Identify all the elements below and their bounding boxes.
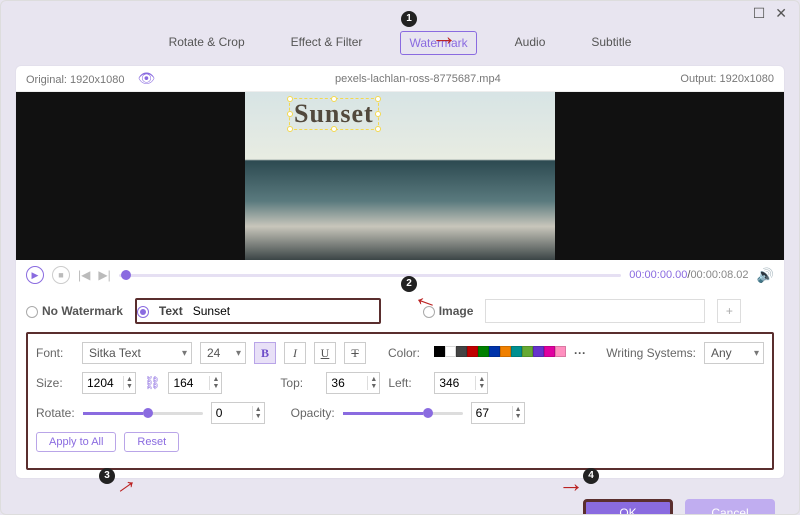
- watermark-rendered-text: Sunset: [294, 99, 374, 128]
- bold-button[interactable]: B: [254, 342, 276, 364]
- color-swatch[interactable]: [434, 346, 445, 357]
- color-swatch[interactable]: [445, 346, 456, 357]
- content-panel: Original: 1920x1080 👁 pexels-lachlan-ros…: [15, 65, 785, 479]
- writing-systems-select[interactable]: Any: [704, 342, 764, 364]
- width-stepper[interactable]: ▲▼: [82, 372, 136, 394]
- step-badge-4: 4: [583, 468, 599, 484]
- watermark-settings-panel: Font: Sitka Text 24 B I U T Color: ··· W…: [26, 332, 774, 470]
- italic-button[interactable]: I: [284, 342, 306, 364]
- color-swatch[interactable]: [489, 346, 500, 357]
- color-swatch[interactable]: [478, 346, 489, 357]
- step-badge-2: 2: [401, 276, 417, 292]
- size-label: Size:: [36, 376, 74, 390]
- color-swatches: [434, 346, 566, 360]
- arrow-1: →: [431, 21, 457, 52]
- next-frame-icon[interactable]: ▶|: [98, 268, 110, 282]
- tab-effect-filter[interactable]: Effect & Filter: [283, 31, 371, 55]
- top-stepper[interactable]: ▲▼: [326, 372, 380, 394]
- watermark-type-row: No Watermark Text Image +: [16, 290, 784, 332]
- color-swatch[interactable]: [467, 346, 478, 357]
- underline-button[interactable]: U: [314, 342, 336, 364]
- no-watermark-radio[interactable]: No Watermark: [26, 304, 123, 318]
- watermark-bbox[interactable]: Sunset: [289, 98, 379, 130]
- no-watermark-label: No Watermark: [42, 304, 123, 318]
- output-label: Output:: [680, 73, 719, 85]
- opacity-label: Opacity:: [291, 406, 335, 420]
- font-size-select[interactable]: 24: [200, 342, 246, 364]
- font-label: Font:: [36, 346, 74, 360]
- file-info-row: Original: 1920x1080 👁 pexels-lachlan-ros…: [16, 66, 784, 92]
- ok-button[interactable]: OK: [583, 499, 673, 515]
- color-swatch[interactable]: [533, 346, 544, 357]
- color-swatch[interactable]: [544, 346, 555, 357]
- text-radio[interactable]: [137, 304, 153, 318]
- seek-slider[interactable]: [119, 274, 622, 277]
- text-watermark-group: Text: [135, 298, 381, 324]
- tab-bar: Rotate & Crop Effect & Filter Watermark …: [1, 25, 799, 65]
- time-display: 00:00:00.00/00:00:08.02: [629, 269, 748, 281]
- step-badge-1: 1: [401, 11, 417, 27]
- rotate-stepper[interactable]: ▲▼: [211, 402, 265, 424]
- apply-to-all-button[interactable]: Apply to All: [36, 432, 116, 452]
- more-colors-button[interactable]: ···: [574, 346, 586, 360]
- output-resolution: 1920x1080: [720, 73, 774, 85]
- image-path-input[interactable]: [485, 299, 705, 323]
- arrow-4: →: [558, 468, 584, 499]
- watermark-text-input[interactable]: [189, 300, 379, 322]
- image-radio-label: Image: [439, 304, 474, 318]
- volume-icon[interactable]: 🔊: [757, 267, 774, 284]
- rotate-slider[interactable]: [83, 412, 203, 415]
- reset-button[interactable]: Reset: [124, 432, 179, 452]
- top-label: Top:: [280, 376, 318, 390]
- color-swatch[interactable]: [500, 346, 511, 357]
- text-radio-label: Text: [153, 304, 189, 318]
- maximize-icon[interactable]: ☐: [753, 5, 766, 22]
- font-family-select[interactable]: Sitka Text: [82, 342, 192, 364]
- link-aspect-icon[interactable]: ⛓: [144, 375, 161, 391]
- stop-button[interactable]: ■: [52, 266, 70, 284]
- color-swatch[interactable]: [511, 346, 522, 357]
- prev-frame-icon[interactable]: |◀: [78, 268, 90, 282]
- playback-bar: ▶ ■ |◀ ▶| 00:00:00.00/00:00:08.02 🔊: [16, 260, 784, 290]
- preview-toggle-icon[interactable]: 👁: [138, 70, 156, 86]
- opacity-slider[interactable]: [343, 412, 463, 415]
- cancel-button[interactable]: Cancel: [685, 499, 775, 515]
- editor-window: ☐ ✕ 1 → Rotate & Crop Effect & Filter Wa…: [0, 0, 800, 515]
- original-resolution: 1920x1080: [70, 74, 124, 86]
- left-label: Left:: [388, 376, 426, 390]
- play-button[interactable]: ▶: [26, 266, 44, 284]
- height-stepper[interactable]: ▲▼: [168, 372, 222, 394]
- original-label: Original:: [26, 74, 70, 86]
- tab-rotate-crop[interactable]: Rotate & Crop: [161, 31, 253, 55]
- opacity-stepper[interactable]: ▲▼: [471, 402, 525, 424]
- video-preview[interactable]: Sunset: [16, 92, 784, 260]
- color-label: Color:: [388, 346, 426, 360]
- writing-systems-label: Writing Systems:: [606, 346, 696, 360]
- filename-label: pexels-lachlan-ross-8775687.mp4: [335, 73, 501, 85]
- rotate-label: Rotate:: [36, 406, 75, 420]
- tab-audio[interactable]: Audio: [507, 31, 554, 55]
- titlebar: ☐ ✕: [1, 1, 799, 25]
- close-icon[interactable]: ✕: [775, 5, 787, 22]
- add-image-button[interactable]: +: [717, 299, 741, 323]
- color-swatch[interactable]: [555, 346, 566, 357]
- strike-button[interactable]: T: [344, 342, 366, 364]
- left-stepper[interactable]: ▲▼: [434, 372, 488, 394]
- color-swatch[interactable]: [522, 346, 533, 357]
- tab-subtitle[interactable]: Subtitle: [583, 31, 639, 55]
- color-swatch[interactable]: [456, 346, 467, 357]
- preview-image: Sunset: [245, 92, 555, 260]
